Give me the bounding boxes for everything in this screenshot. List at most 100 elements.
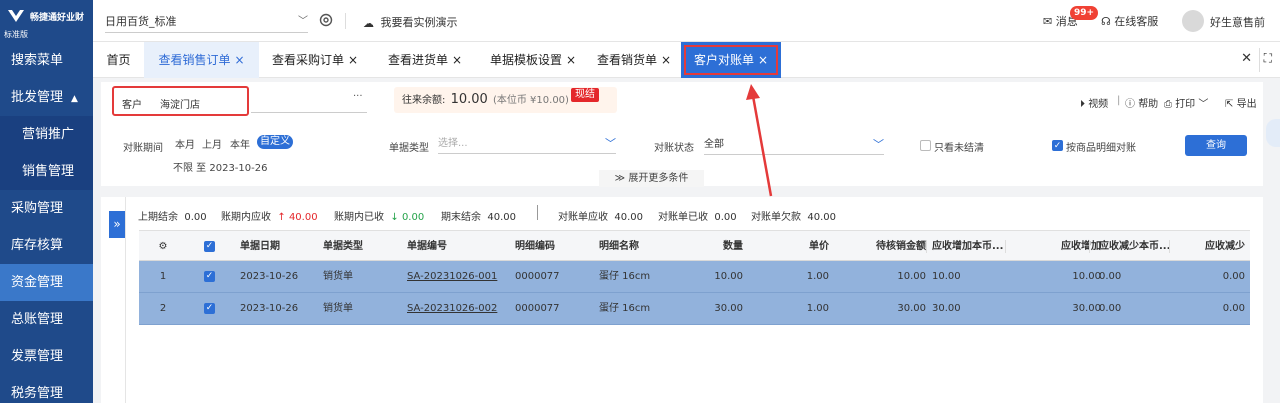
table-row[interactable]: ✓ 1 2023-10-26 销货单 SA-20231026-001 0000077 蛋仔 … [139, 261, 1250, 293]
column-header[interactable]: 应收减少 [1179, 231, 1245, 260]
column-header[interactable]: 应收增加本币... [932, 231, 1008, 260]
customer-underline [251, 112, 367, 113]
select-all-checkbox[interactable]: ✓ [204, 241, 215, 252]
online-service-button[interactable]: ☊ 在线客服 [1101, 13, 1158, 29]
period-option-custom[interactable]: 自定义 [257, 135, 293, 149]
close-icon[interactable]: × [661, 53, 671, 67]
video-label: 视频 [1088, 99, 1109, 110]
expand-panel-icon[interactable]: » [109, 211, 125, 238]
table-row[interactable]: ✓ 2 2023-10-26 销货单 SA-20231026-002 0000077 蛋仔 … [139, 293, 1250, 325]
period-option-this-year[interactable]: 本年 [230, 136, 250, 151]
divider [345, 13, 346, 29]
balance-sub: (本位币 ¥10.00) [492, 95, 569, 106]
tab-sales-order[interactable]: 查看销售订单 × [144, 42, 259, 78]
column-header[interactable]: 单据编号 [407, 231, 447, 260]
sidebar-item-search-menu[interactable]: 搜索菜单 [0, 42, 93, 79]
print-button[interactable]: ⎙ 打印 ﹀ [1164, 95, 1208, 110]
sidebar-item-purchase[interactable]: 采购管理 [0, 190, 93, 227]
service-label: 在线客服 [1114, 15, 1159, 28]
column-header[interactable]: 应收减少本币... [1099, 231, 1175, 260]
expand-label: 展开更多条件 [628, 173, 689, 184]
period-range[interactable]: 不限 至 2023-10-26 [173, 159, 267, 174]
close-icon[interactable]: × [348, 53, 358, 67]
demo-link[interactable]: ☁ 我要看实例演示 [363, 14, 458, 30]
column-header[interactable]: 单据类型 [323, 231, 363, 260]
cell-qty: 10.00 [714, 271, 743, 282]
sidebar-item-funds[interactable]: 资金管理 [0, 264, 93, 301]
divider [1005, 240, 1006, 253]
tab-purchase-order[interactable]: 查看采购订单 × [259, 42, 371, 78]
caret-up-icon: ▲ [71, 94, 78, 104]
sidebar-item-tax[interactable]: 税务管理 [0, 375, 93, 403]
row-checkbox[interactable]: ✓ [204, 271, 215, 282]
cell-price: 1.00 [806, 271, 829, 282]
help-icon: ⓘ [1125, 99, 1135, 110]
customer-field[interactable]: 客户 海淀门店 [112, 86, 249, 116]
printer-icon: ⎙ [1164, 99, 1172, 110]
close-icon[interactable]: × [234, 53, 244, 67]
video-button[interactable]: ⏵ 视频 [1080, 95, 1108, 110]
column-header[interactable]: 明细编码 [515, 231, 555, 260]
sidebar-item-label: 营销推广 [22, 127, 75, 142]
sidebar-item-ledger[interactable]: 总账管理 [0, 301, 93, 338]
summary-value: 0.00 [184, 212, 207, 223]
summary-period-receivable: 账期内应收 ↑ 40.00 [221, 208, 318, 223]
close-all-tabs-icon[interactable]: ✕ [1241, 51, 1252, 66]
customer-value: 海淀门店 [160, 100, 200, 111]
floating-assistant-icon[interactable] [1266, 119, 1280, 147]
cell-code[interactable]: SA-20231026-002 [407, 293, 507, 324]
status-select[interactable]: 全部 ﹀ [704, 135, 884, 155]
message-icon: ✉ [1043, 15, 1053, 28]
only-unsettled-checkbox[interactable] [920, 140, 931, 151]
column-header[interactable]: 单据日期 [240, 231, 280, 260]
fullscreen-icon[interactable]: ⛶ [1264, 51, 1272, 66]
chevron-down-icon: ﹀ [605, 137, 616, 150]
column-header[interactable]: 明细名称 [599, 231, 639, 260]
row-checkbox[interactable]: ✓ [204, 303, 215, 314]
logo: 畅捷通好业财 标准版 [0, 0, 93, 42]
username[interactable]: 好生意售前 [1210, 14, 1265, 30]
customer-more-button[interactable]: ··· [353, 91, 363, 102]
tab-label: 首页 [106, 53, 131, 67]
summary-value: 0.00 [401, 212, 425, 223]
sidebar-item-wholesale[interactable]: 批发管理 ▲ [0, 79, 93, 116]
tab-template-settings[interactable]: 单据模板设置 × [479, 42, 587, 78]
arrow-up-icon: ↑ [277, 212, 286, 223]
tab-bar: 首页 查看销售订单 × 查看采购订单 × 查看进货单 × 单据模板设置 × 查看销货单 × 客户对账单… [93, 42, 1280, 78]
export-button[interactable]: ⇱ 导出 [1225, 95, 1257, 110]
brand-logo-icon [8, 10, 24, 22]
period-option-this-month[interactable]: 本月 [175, 136, 195, 151]
close-icon[interactable]: × [758, 53, 768, 67]
close-icon[interactable]: × [452, 53, 462, 67]
column-header[interactable]: 数量 [683, 231, 743, 260]
summary-value: 40.00 [614, 212, 643, 223]
avatar[interactable] [1182, 10, 1204, 32]
cash-settle-button[interactable]: 现结 [571, 88, 599, 102]
column-header[interactable]: 单价 [755, 231, 829, 260]
tab-content: 查看销货单 × [597, 53, 671, 67]
tab-customer-statement[interactable]: 客户对账单 × [681, 42, 781, 78]
sidebar-item-inventory[interactable]: 库存核算 [0, 227, 93, 264]
tab-home[interactable]: 首页 [93, 42, 144, 78]
account-name: 日用百货_标准 [105, 15, 177, 28]
tab-delivery[interactable]: 查看销货单 × [587, 42, 681, 78]
query-button[interactable]: 查询 [1185, 135, 1247, 156]
sidebar-item-sales[interactable]: 销售管理 [0, 153, 93, 190]
close-icon[interactable]: × [566, 53, 576, 67]
cell-code[interactable]: SA-20231026-001 [407, 261, 507, 292]
tab-content: 查看进货单 × [388, 53, 462, 67]
sidebar-item-marketing[interactable]: 营销推广 [0, 116, 93, 153]
gear-icon[interactable] [318, 12, 334, 28]
column-settings-icon[interactable]: ⚙ [153, 231, 173, 260]
doc-type-select[interactable]: 选择... ﹀ [438, 134, 616, 154]
tab-receipt[interactable]: 查看进货单 × [371, 42, 479, 78]
expand-filters-button[interactable]: ≫ 展开更多条件 [599, 170, 704, 187]
divider [926, 240, 927, 253]
doc-type-placeholder: 选择... [438, 138, 468, 149]
period-option-last-month[interactable]: 上月 [202, 136, 222, 151]
account-select[interactable]: 日用百货_标准 ﹀ [105, 11, 308, 33]
sidebar-item-invoice[interactable]: 发票管理 [0, 338, 93, 375]
help-button[interactable]: ⓘ 帮助 [1125, 95, 1158, 110]
column-header[interactable]: 待核销金额 [836, 231, 926, 260]
by-item-checkbox[interactable]: ✓ [1052, 140, 1063, 151]
